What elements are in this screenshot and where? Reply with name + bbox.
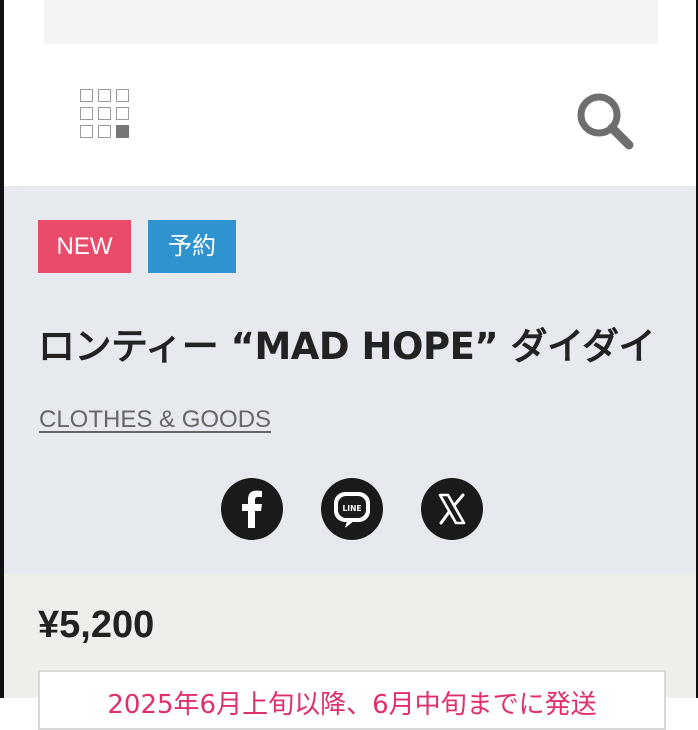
grid-cell-filled: [116, 125, 129, 138]
grid-cell: [116, 107, 129, 120]
x-share-button[interactable]: [421, 478, 483, 540]
grid-cell: [80, 107, 93, 120]
new-badge: NEW: [38, 220, 131, 273]
line-share-button[interactable]: LINE: [321, 478, 383, 540]
grid-cell: [98, 89, 111, 102]
grid-cell: [98, 125, 111, 138]
facebook-share-button[interactable]: [221, 478, 283, 540]
left-border: [0, 0, 4, 698]
product-title: ロンティー “MAD HOPE” ダイダイ: [38, 325, 656, 368]
category-link[interactable]: CLOTHES & GOODS: [39, 406, 271, 434]
grid-cell: [98, 107, 111, 120]
shipping-notice: 2025年6月上旬以降、6月中旬までに発送: [107, 690, 597, 720]
line-icon: LINE: [334, 492, 370, 528]
x-icon: [438, 493, 466, 525]
product-price: ¥5,200: [38, 604, 155, 646]
grid-menu-icon[interactable]: [80, 89, 132, 141]
product-hero: NEW 予約 ロンティー “MAD HOPE” ダイダイ CLOTHES & G…: [4, 186, 696, 574]
line-icon-text: LINE: [343, 504, 362, 513]
search-icon[interactable]: [572, 88, 636, 152]
site-header: [4, 44, 696, 186]
grid-cell: [80, 89, 93, 102]
grid-cell: [80, 125, 93, 138]
shipping-notice-box: 2025年6月上旬以降、6月中旬までに発送: [38, 670, 666, 730]
top-banner-strip: [44, 0, 658, 44]
search-icon-graphic: [577, 93, 634, 150]
reserve-badge: 予約: [148, 220, 236, 273]
price-section: ¥5,200 2025年6月上旬以降、6月中旬までに発送: [4, 574, 696, 730]
grid-cell: [116, 89, 129, 102]
facebook-icon: [242, 490, 262, 528]
